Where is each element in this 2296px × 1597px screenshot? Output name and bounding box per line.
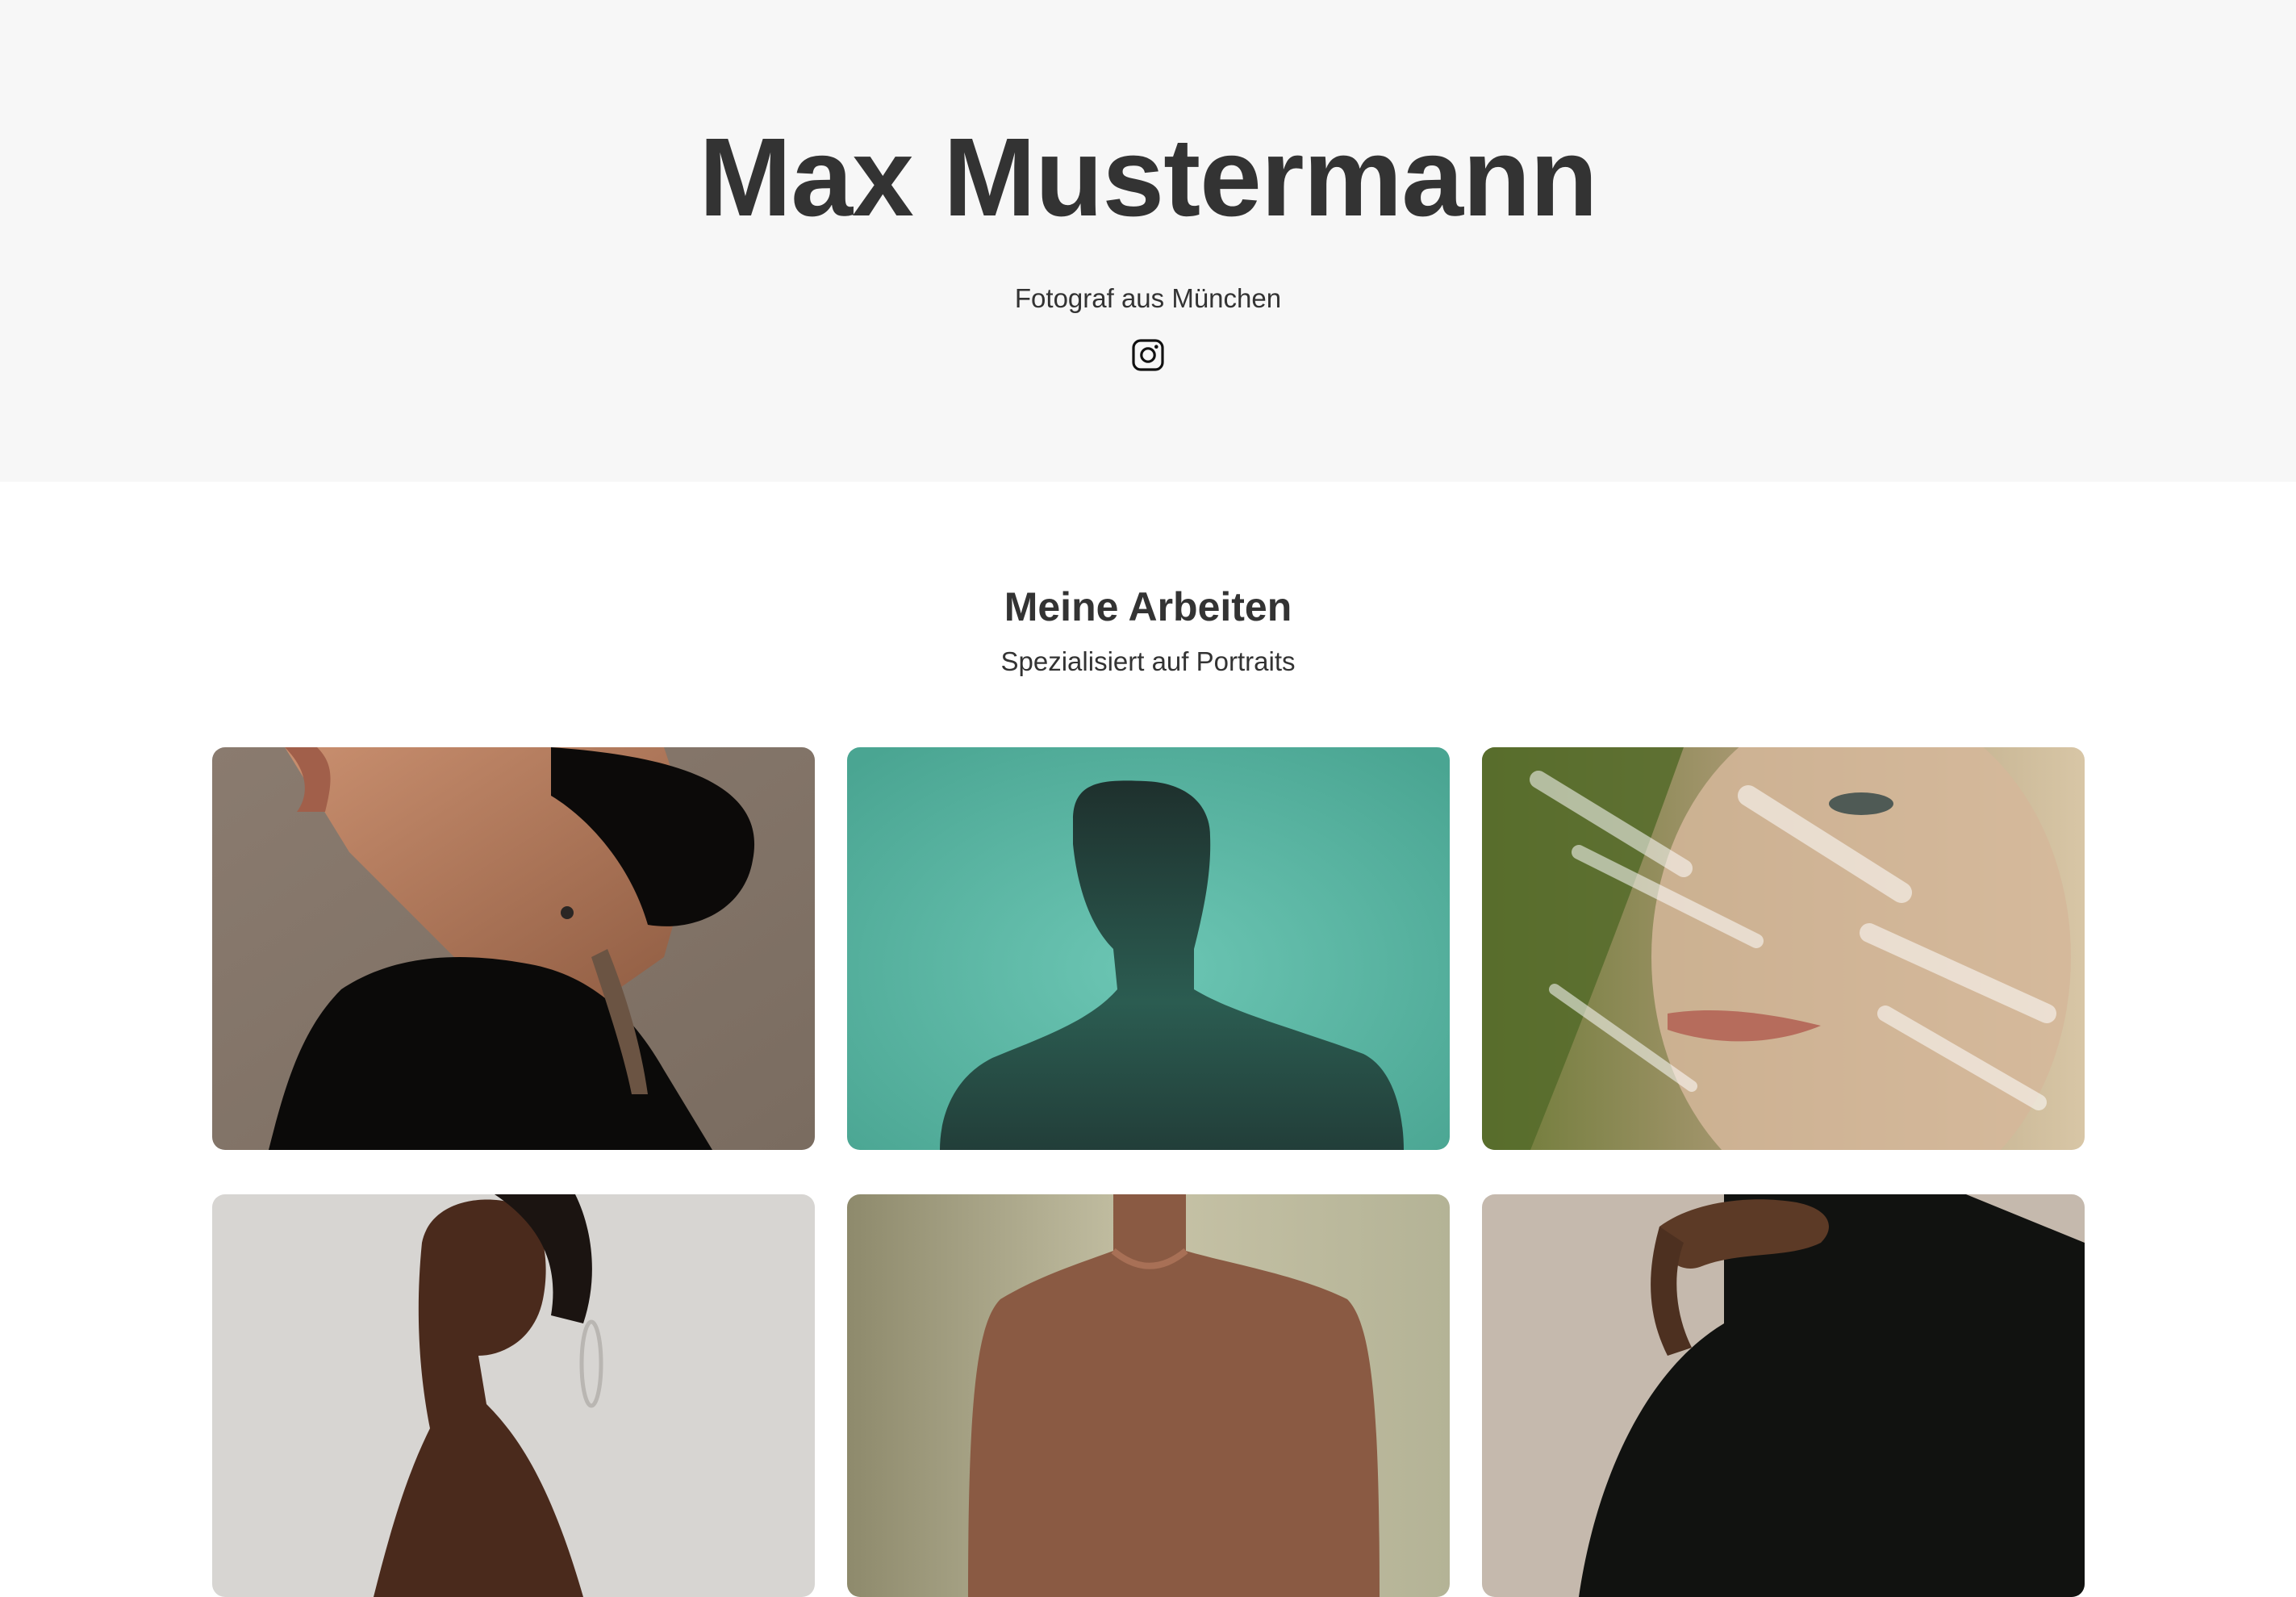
gallery-photo-portrait-woman-hoop-earring[interactable] — [212, 1194, 815, 1597]
hero-header: Max Mustermann Fotograf aus München — [0, 0, 2296, 482]
gallery-photo-portrait-woman-leaves[interactable] — [1482, 747, 2085, 1150]
instagram-link[interactable] — [1130, 337, 1166, 373]
gallery-photo-portrait-man-tshirt[interactable] — [847, 1194, 1450, 1597]
photo-image — [847, 1194, 1450, 1597]
page-subtitle: Fotograf aus München — [1014, 283, 1282, 313]
photo-image — [212, 747, 815, 1150]
gallery-photo-portrait-woman-black-jacket[interactable] — [1482, 1194, 2085, 1597]
instagram-icon — [1130, 337, 1166, 373]
photo-image — [1482, 747, 2085, 1150]
gallery-photo-silhouette-man-teal[interactable] — [847, 747, 1450, 1150]
photo-image — [1482, 1194, 2085, 1597]
gallery-photo-portrait-woman-black-hat[interactable] — [212, 747, 815, 1150]
photo-image — [847, 747, 1450, 1150]
page-title: Max Mustermann — [699, 115, 1597, 240]
section-title: Meine Arbeiten — [1004, 584, 1292, 629]
section-subtitle: Spezialisiert auf Portraits — [1000, 646, 1296, 676]
photo-gallery — [212, 747, 2085, 1597]
photo-image — [212, 1194, 815, 1597]
